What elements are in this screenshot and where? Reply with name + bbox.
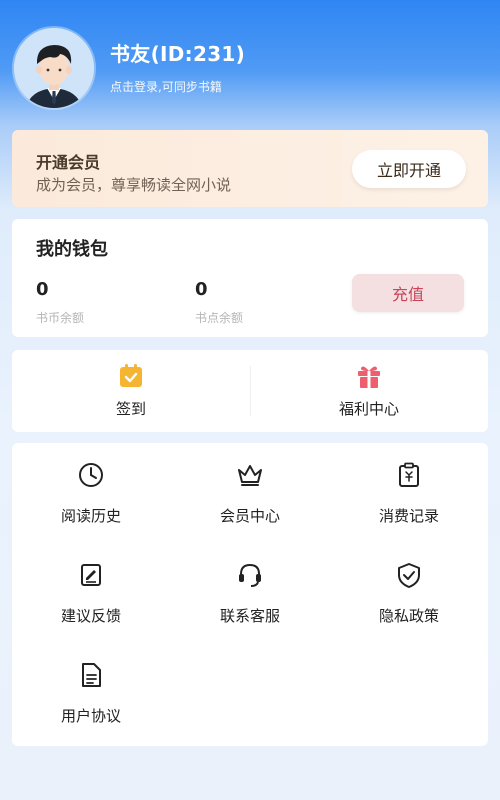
gift-icon bbox=[355, 362, 383, 390]
login-hint[interactable]: 点击登录,可同步书籍 bbox=[110, 78, 222, 95]
clock-icon bbox=[77, 461, 105, 489]
reading-history-item[interactable]: 阅读历史 bbox=[12, 443, 170, 539]
document-icon bbox=[77, 661, 105, 689]
user-agreement-label: 用户协议 bbox=[60, 707, 121, 725]
vip-title: 开通会员 bbox=[36, 153, 101, 172]
points-balance: 0 bbox=[195, 279, 208, 300]
member-center-label: 会员中心 bbox=[219, 507, 280, 525]
welfare-center-label: 福利中心 bbox=[338, 400, 399, 418]
profile-header: 书友(ID:231) 点击登录,可同步书籍 bbox=[0, 0, 500, 125]
checkin-item[interactable]: 签到 bbox=[12, 350, 250, 432]
customer-service-item[interactable]: 联系客服 bbox=[171, 543, 329, 639]
user-avatar[interactable] bbox=[14, 28, 94, 108]
privacy-policy-label: 隐私政策 bbox=[378, 607, 439, 625]
edit-note-icon bbox=[77, 561, 105, 589]
vip-banner[interactable]: 开通会员 成为会员，尊享畅读全网小说 立即开通 bbox=[12, 130, 488, 207]
checkin-label: 签到 bbox=[115, 400, 146, 418]
open-vip-button[interactable]: 立即开通 bbox=[352, 150, 466, 188]
user-name[interactable]: 书友(ID:231) bbox=[110, 38, 245, 67]
wallet-title: 我的钱包 bbox=[36, 239, 108, 260]
receipt-icon bbox=[395, 461, 423, 489]
recharge-button[interactable]: 充值 bbox=[352, 274, 464, 312]
user-agreement-item[interactable]: 用户协议 bbox=[12, 643, 170, 739]
privacy-policy-item[interactable]: 隐私政策 bbox=[330, 543, 488, 639]
consumption-record-item[interactable]: 消费记录 bbox=[330, 443, 488, 539]
feedback-item[interactable]: 建议反馈 bbox=[12, 543, 170, 639]
coins-label: 书币余额 bbox=[36, 311, 85, 325]
points-label: 书点余额 bbox=[195, 311, 244, 325]
avatar-illustration bbox=[14, 28, 94, 108]
calendar-check-icon bbox=[117, 362, 145, 390]
quick-actions: 签到 福利中心 bbox=[12, 350, 488, 432]
reading-history-label: 阅读历史 bbox=[60, 507, 121, 525]
wallet-card: 我的钱包 0 书币余额 0 书点余额 充值 bbox=[12, 219, 488, 337]
coins-balance: 0 bbox=[36, 279, 49, 300]
crown-icon bbox=[236, 461, 264, 489]
customer-service-label: 联系客服 bbox=[219, 607, 280, 625]
member-center-item[interactable]: 会员中心 bbox=[171, 443, 329, 539]
vip-description: 成为会员，尊享畅读全网小说 bbox=[36, 176, 232, 194]
menu-grid: 阅读历史 会员中心 消费记录 建议反馈 联系客服 隐私政策 用户协议 bbox=[12, 443, 488, 746]
headset-icon bbox=[236, 561, 264, 589]
welfare-center-item[interactable]: 福利中心 bbox=[250, 350, 488, 432]
feedback-label: 建议反馈 bbox=[60, 607, 121, 625]
shield-icon bbox=[395, 561, 423, 589]
consumption-record-label: 消费记录 bbox=[378, 507, 439, 525]
